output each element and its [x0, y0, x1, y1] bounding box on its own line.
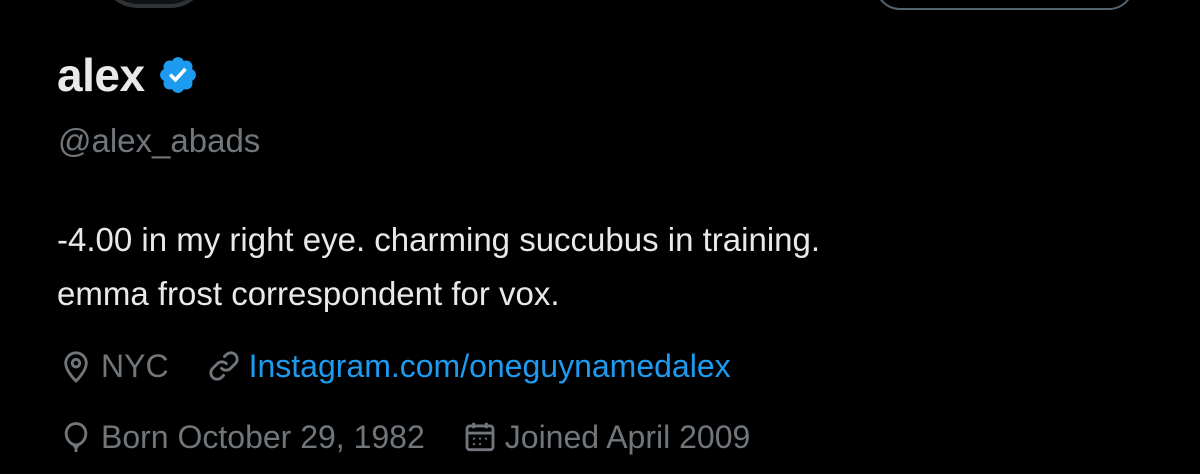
website-item[interactable]: Instagram.com/oneguynamedalex [205, 347, 731, 385]
joined-item: Joined April 2009 [461, 418, 751, 456]
birthday-text: Born October 29, 1982 [101, 418, 425, 455]
name-row: alex [57, 48, 199, 102]
profile-handle: @alex_abads [58, 122, 261, 159]
bio-line: emma frost correspondent for vox. [57, 275, 560, 312]
avatar[interactable] [100, 0, 208, 8]
profile-meta-row: NYC Instagram.com/oneguynamedalex [57, 343, 767, 389]
bio-line: -4.00 in my right eye. charming succubus… [57, 221, 821, 258]
joined-text: Joined April 2009 [504, 418, 751, 455]
verified-badge-icon[interactable] [157, 54, 199, 96]
location-pin-icon [57, 347, 95, 385]
edit-profile-button[interactable] [875, 0, 1134, 10]
balloon-icon [57, 418, 95, 456]
display-name: alex [57, 49, 145, 101]
location-item: NYC [57, 347, 169, 385]
profile-bio: -4.00 in my right eye. charming succubus… [57, 213, 1157, 321]
calendar-icon [461, 418, 499, 456]
birthday-item: Born October 29, 1982 [57, 418, 425, 456]
location-text: NYC [101, 347, 169, 384]
link-icon [205, 347, 243, 385]
profile-meta-row: Born October 29, 1982 Joined April 2009 [57, 414, 786, 460]
website-link[interactable]: Instagram.com/oneguynamedalex [249, 348, 731, 385]
